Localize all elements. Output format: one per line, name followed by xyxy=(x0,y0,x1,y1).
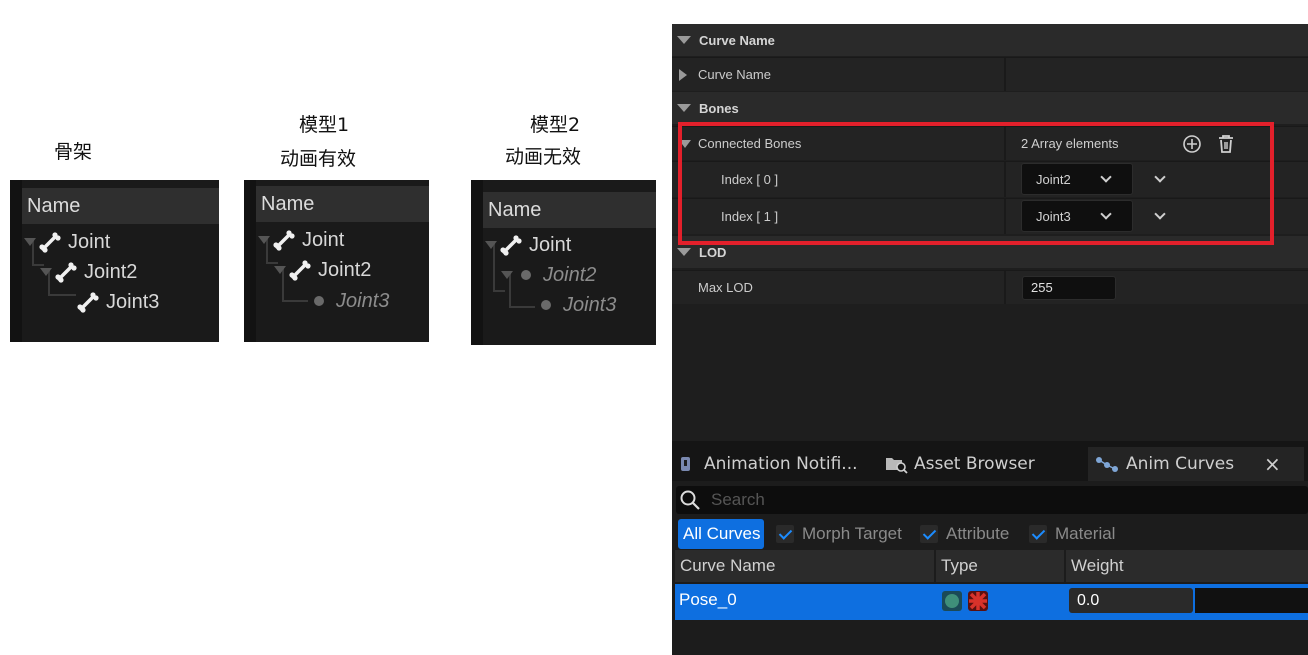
curve-name-cell: Pose_0 xyxy=(679,590,737,609)
tab-anim-curves[interactable]: Anim Curves × xyxy=(1088,447,1304,481)
bone-icon xyxy=(289,260,311,281)
notify-icon xyxy=(681,457,690,471)
tree-left-bar xyxy=(10,180,22,342)
bone-icon xyxy=(77,292,99,313)
close-tab-icon[interactable]: × xyxy=(1264,452,1281,476)
skeleton-caption: 骨架 xyxy=(54,141,93,163)
tree-item-label: Joint3 xyxy=(106,290,160,313)
tab-animation-notifies[interactable]: Animation Notifi... xyxy=(678,447,858,481)
tree-item-joint3[interactable]: Joint3 xyxy=(308,287,389,315)
filter-material[interactable]: Material xyxy=(1029,519,1115,549)
row-curve-name[interactable]: Curve Name xyxy=(672,57,1308,91)
tree-item-joint3[interactable]: Joint3 xyxy=(76,288,159,316)
search-placeholder: Search xyxy=(711,490,765,509)
tree-left-bar xyxy=(244,180,256,342)
model1-subtitle: 动画有效 xyxy=(280,148,357,170)
model1-tree-panel: Name Joint Joint2 Joint3 xyxy=(244,180,429,342)
table-row[interactable]: Pose_0 0.0 xyxy=(675,584,1308,620)
tab-label: Asset Browser xyxy=(914,454,1035,474)
anim-curves-icon xyxy=(1096,457,1118,472)
row-max-lod[interactable]: Max LOD 255 xyxy=(672,270,1308,304)
bone-icon xyxy=(55,262,77,283)
filter-attribute[interactable]: Attribute xyxy=(920,519,1009,549)
mesh-dot-icon xyxy=(314,296,324,306)
tree-item-label: Joint3 xyxy=(336,289,390,312)
filter-label: Attribute xyxy=(946,524,1010,543)
weight-slider-track[interactable] xyxy=(1195,588,1308,613)
bottom-tab-bar: Animation Notifi... Asset Browser Anim C… xyxy=(672,441,1308,481)
filter-label: Material xyxy=(1055,524,1116,543)
column-header-weight[interactable]: Weight xyxy=(1066,550,1308,582)
checkbox-icon[interactable] xyxy=(1029,525,1047,543)
filter-all-curves-button[interactable]: All Curves xyxy=(678,519,764,549)
section-title: Bones xyxy=(699,100,739,116)
expand-arrow-icon[interactable] xyxy=(485,241,497,249)
tab-label: Anim Curves xyxy=(1126,454,1235,474)
tree-item-label: Joint2 xyxy=(318,258,372,281)
tree-item-label: Joint xyxy=(68,230,111,253)
collapse-arrow-icon[interactable] xyxy=(677,36,691,44)
tree-header: Name xyxy=(22,188,219,224)
mesh-dot-icon xyxy=(521,270,531,280)
expand-arrow-icon[interactable] xyxy=(274,266,286,274)
expand-arrow-icon[interactable] xyxy=(258,236,270,244)
highlight-box xyxy=(678,122,1274,245)
tree-item-label: Joint xyxy=(302,228,345,251)
tree-item-joint2[interactable]: Joint2 xyxy=(40,258,137,286)
column-divider[interactable] xyxy=(1004,271,1006,304)
bone-icon xyxy=(500,235,522,256)
expand-arrow-icon[interactable] xyxy=(501,271,513,279)
tree-left-bar xyxy=(471,180,483,345)
checkbox-icon[interactable] xyxy=(776,525,794,543)
section-curve-name[interactable]: Curve Name xyxy=(672,24,1308,56)
column-header-type[interactable]: Type xyxy=(936,550,1064,582)
tab-label: Animation Notifi... xyxy=(704,454,858,474)
search-input[interactable]: Search xyxy=(676,486,1308,514)
tree-item-joint2[interactable]: Joint2 xyxy=(274,256,371,284)
column-header-name[interactable]: Curve Name xyxy=(675,550,934,582)
morph-target-type-icon xyxy=(942,591,962,611)
property-label: Max LOD xyxy=(698,280,753,295)
max-lod-input[interactable]: 255 xyxy=(1022,275,1116,300)
expand-arrow-icon[interactable] xyxy=(679,68,687,81)
model2-tree-panel: Name Joint Joint2 Joint3 xyxy=(471,180,656,345)
tree-item-joint[interactable]: Joint xyxy=(258,226,344,254)
weight-input[interactable]: 0.0 xyxy=(1069,588,1193,613)
collapse-arrow-icon[interactable] xyxy=(677,104,691,112)
tree-item-label: Joint xyxy=(529,233,572,256)
model2-title: 模型2 xyxy=(530,114,581,136)
material-type-icon xyxy=(968,591,988,611)
model2-subtitle: 动画无效 xyxy=(505,146,582,168)
section-bones[interactable]: Bones xyxy=(672,92,1308,124)
tree-item-label: Joint2 xyxy=(543,263,597,286)
checkbox-icon[interactable] xyxy=(920,525,938,543)
search-icon xyxy=(680,490,700,510)
folder-search-icon xyxy=(886,458,908,474)
tree-header: Name xyxy=(483,192,656,228)
section-title: LOD xyxy=(699,244,727,260)
collapse-arrow-icon[interactable] xyxy=(677,248,691,256)
tree-item-joint3[interactable]: Joint3 xyxy=(535,291,616,319)
mesh-dot-icon xyxy=(541,300,551,310)
tree-item-joint[interactable]: Joint xyxy=(24,228,110,256)
bone-icon xyxy=(39,232,61,253)
expand-arrow-icon[interactable] xyxy=(24,238,36,246)
tree-item-joint2[interactable]: Joint2 xyxy=(501,261,596,289)
tree-item-label: Joint3 xyxy=(563,293,617,316)
filter-label: All Curves xyxy=(683,524,761,543)
filter-label: Morph Target xyxy=(802,524,902,543)
bone-icon xyxy=(273,230,295,251)
section-title: Curve Name xyxy=(699,32,775,48)
model1-title: 模型1 xyxy=(299,114,350,136)
column-divider[interactable] xyxy=(1004,58,1006,91)
property-label: Curve Name xyxy=(698,67,771,82)
skeleton-tree-panel: Name Joint Joint2 Joint3 xyxy=(10,180,219,342)
tab-asset-browser[interactable]: Asset Browser xyxy=(884,447,1035,481)
expand-arrow-icon[interactable] xyxy=(40,268,52,276)
tree-item-joint[interactable]: Joint xyxy=(485,231,571,259)
filter-morph-target[interactable]: Morph Target xyxy=(776,519,902,549)
tree-item-label: Joint2 xyxy=(84,260,138,283)
anim-curves-panel: Search All Curves Morph Target Attribute… xyxy=(672,481,1308,655)
tree-header: Name xyxy=(256,186,429,222)
